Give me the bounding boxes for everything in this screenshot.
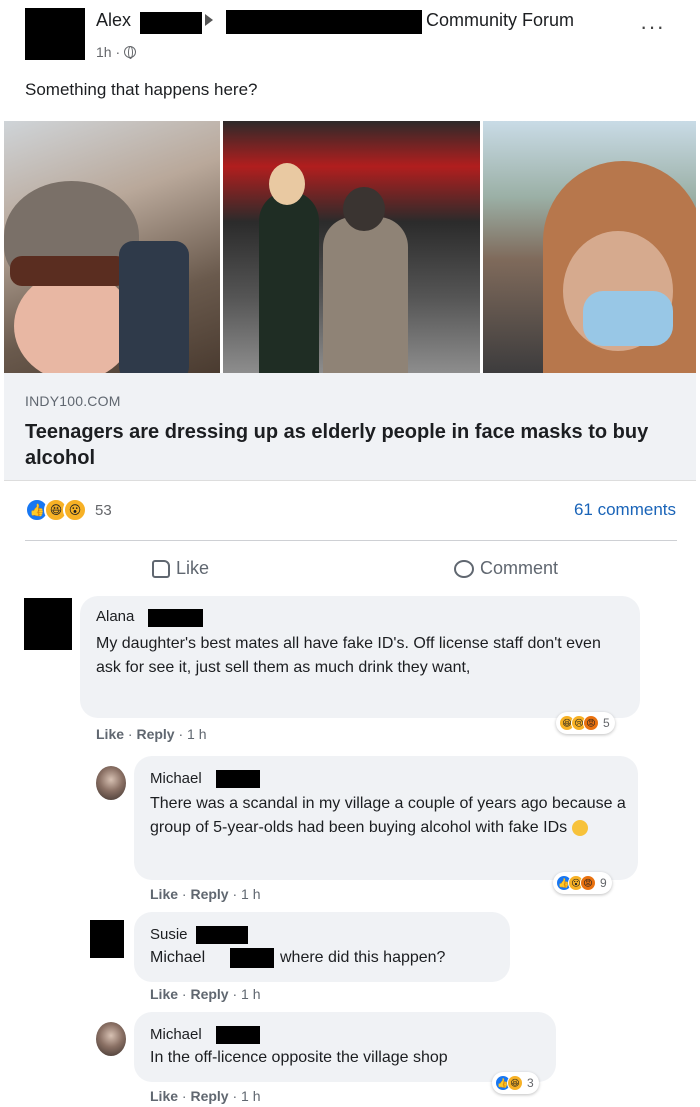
comment-reply-link[interactable]: Reply — [190, 986, 228, 1002]
haha-icon: 😆 — [507, 1075, 523, 1091]
author-name[interactable]: Alex — [96, 10, 131, 31]
sad-face-emoji-icon — [571, 819, 588, 836]
preview-image-3[interactable] — [483, 121, 696, 373]
thumbs-up-icon — [152, 559, 170, 578]
comment-like-link[interactable]: Like — [150, 886, 178, 902]
more-options-icon[interactable]: ··· — [640, 16, 665, 38]
reaction-count: 53 — [95, 501, 112, 519]
group-name[interactable]: Community Forum — [426, 10, 574, 31]
author-avatar-redacted[interactable] — [25, 8, 85, 60]
preview-image-1[interactable] — [4, 121, 220, 373]
comment-meta: Like · Reply · 1 h — [150, 986, 261, 1002]
group-prefix-redacted — [226, 10, 422, 34]
comment-button-label: Comment — [480, 558, 559, 578]
link-headline[interactable]: Teenagers are dressing up as elderly peo… — [25, 419, 665, 471]
comment-author[interactable]: Michael — [150, 1026, 202, 1043]
comment-text: where did this happen? — [280, 949, 446, 966]
comment-time[interactable]: · 1 h — [232, 1088, 260, 1104]
avatar-redacted[interactable] — [90, 920, 124, 958]
like-button[interactable]: Like — [152, 558, 209, 579]
comment-text: In the off-licence opposite the village … — [150, 1049, 448, 1066]
post-actions: Like Comment — [0, 552, 700, 586]
mention-link[interactable]: Michael — [150, 946, 205, 970]
comment-text: My daughter's best mates all have fake I… — [96, 635, 601, 676]
comment-time[interactable]: · 1 h — [178, 726, 206, 742]
surname-redacted — [216, 770, 260, 788]
surname-redacted — [148, 609, 203, 627]
comment-text: There was a scandal in my village a coup… — [150, 792, 630, 840]
comment-meta: Like · Reply · 1 h — [96, 726, 207, 742]
comment-reaction-count: 3 — [527, 1076, 534, 1090]
comment-reply-link[interactable]: Reply — [190, 1088, 228, 1104]
avatar[interactable] — [96, 1022, 126, 1056]
comment-text-body: There was a scandal in my village a coup… — [150, 795, 626, 836]
comment-reply-link[interactable]: Reply — [190, 886, 228, 902]
comment-reaction-count: 5 — [603, 716, 610, 730]
avatar[interactable] — [96, 766, 126, 800]
like-button-label: Like — [176, 558, 210, 578]
comment-meta: Like · Reply · 1 h — [150, 1088, 261, 1104]
comment-reply-link[interactable]: Reply — [136, 726, 174, 742]
arrow-right-icon — [205, 14, 213, 26]
post-text: Something that happens here? — [25, 80, 258, 99]
comment-like-link[interactable]: Like — [150, 986, 178, 1002]
comment-author[interactable]: Michael — [150, 770, 202, 787]
link-preview-card[interactable]: INDY100.COM Teenagers are dressing up as… — [4, 373, 696, 481]
comment-reaction-count: 9 — [600, 876, 607, 890]
mention-surname-redacted — [230, 948, 274, 968]
angry-icon: 😡 — [583, 715, 599, 731]
post-meta: 1h · — [96, 44, 137, 60]
comment-bubble-icon — [454, 559, 474, 578]
comment-reactions[interactable]: 😆 😢 😡 5 — [556, 712, 615, 734]
author-surname-redacted — [140, 12, 202, 34]
comment-time[interactable]: · 1 h — [232, 886, 260, 902]
comment-like-link[interactable]: Like — [150, 1088, 178, 1104]
comment-author[interactable]: Alana — [96, 608, 134, 625]
globe-icon — [124, 46, 137, 59]
preview-image-2[interactable] — [223, 121, 480, 373]
reaction-summary[interactable]: 👍 😆 😮 53 — [25, 498, 112, 522]
comments-count-link[interactable]: 61 comments — [574, 500, 676, 520]
comment-susie: Susie Michael where did this happen? Lik… — [0, 912, 700, 1012]
post-time[interactable]: 1h · — [96, 44, 120, 60]
link-preview-images[interactable] — [4, 121, 696, 373]
wow-icon: 😮 — [63, 498, 87, 522]
avatar-redacted[interactable] — [24, 598, 72, 650]
comment-reactions[interactable]: 👍 😮 😡 9 — [553, 872, 612, 894]
comment-button[interactable]: Comment — [454, 558, 558, 579]
surname-redacted — [196, 926, 248, 944]
comment-author[interactable]: Susie — [150, 926, 188, 943]
post-header: Alex Community Forum ··· 1h · Something … — [0, 0, 700, 120]
surname-redacted — [216, 1026, 260, 1044]
link-domain: INDY100.COM — [25, 393, 121, 409]
comment-michael-1: Michael There was a scandal in my villag… — [0, 756, 700, 906]
comment-alana: Alana My daughter's best mates all have … — [0, 596, 700, 746]
divider — [25, 540, 677, 541]
comment-meta: Like · Reply · 1 h — [150, 886, 261, 902]
angry-icon: 😡 — [580, 875, 596, 891]
comment-like-link[interactable]: Like — [96, 726, 124, 742]
comment-reactions[interactable]: 👍 😆 3 — [492, 1072, 539, 1094]
comment-time[interactable]: · 1 h — [232, 986, 260, 1002]
comment-michael-2: Michael In the off-licence opposite the … — [0, 1012, 700, 1107]
